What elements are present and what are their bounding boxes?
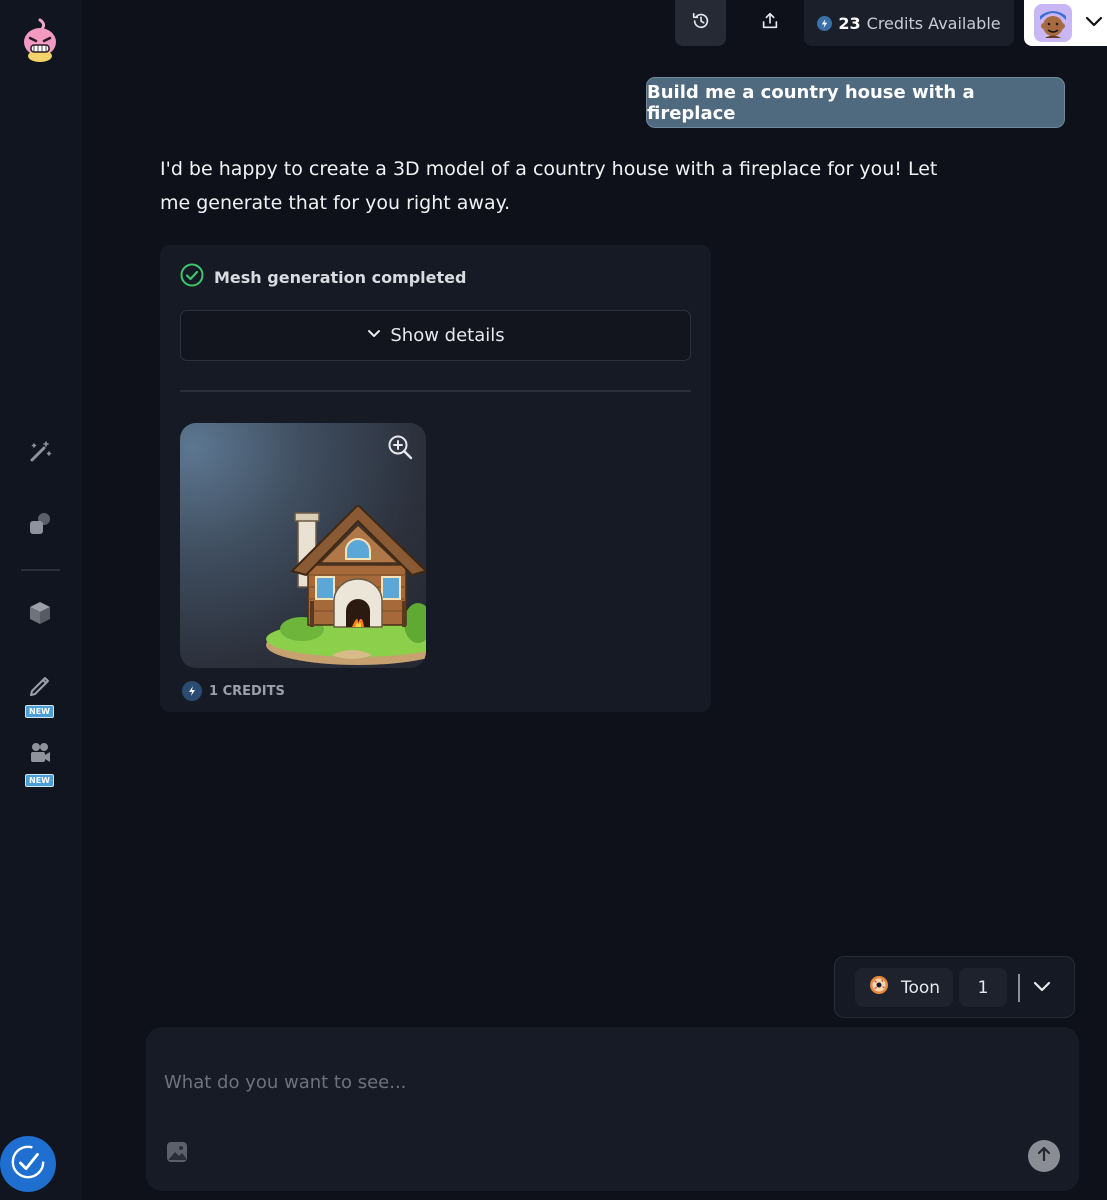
app-root: NEW NEW 23 Credits Available Build me a … xyxy=(0,0,1107,1200)
generation-count[interactable]: 1 xyxy=(959,968,1007,1007)
new-badge: NEW xyxy=(25,774,54,787)
model-preview[interactable] xyxy=(180,423,426,668)
sidebar-item-models[interactable] xyxy=(20,595,60,635)
shapes-icon xyxy=(27,510,53,540)
chevron-down-icon xyxy=(1084,11,1104,35)
pencil-icon xyxy=(27,671,53,701)
user-menu-button[interactable] xyxy=(1024,0,1107,46)
share-icon xyxy=(760,11,780,35)
generation-card: Mesh generation completed Show details 1… xyxy=(160,245,711,712)
card-divider xyxy=(180,390,691,392)
video-camera-icon xyxy=(27,740,53,770)
share-button[interactable] xyxy=(745,0,795,46)
sidebar: NEW NEW xyxy=(0,0,82,1200)
show-details-button[interactable]: Show details xyxy=(180,310,691,361)
credits-count: 23 xyxy=(838,13,861,33)
image-upload-icon[interactable] xyxy=(166,1141,188,1163)
style-dropdown[interactable]: Toon xyxy=(855,968,953,1007)
logo[interactable] xyxy=(18,18,62,66)
history-icon xyxy=(691,11,711,35)
style-label: Toon xyxy=(901,977,941,998)
generation-status: Mesh generation completed xyxy=(180,263,467,291)
sidebar-item-shapes[interactable] xyxy=(20,505,60,545)
new-badge: NEW xyxy=(25,705,54,718)
credits-label: Credits Available xyxy=(866,13,1001,33)
style-separator xyxy=(1018,974,1020,1002)
house-model-image xyxy=(266,505,426,665)
prompt-input[interactable] xyxy=(164,1065,1044,1099)
avatar xyxy=(1034,4,1072,42)
user-message: Build me a country house with a fireplac… xyxy=(646,77,1065,128)
style-selector: Toon 1 xyxy=(834,956,1075,1018)
style-options-toggle[interactable] xyxy=(1027,973,1057,1003)
generation-cost: 1 CREDITS xyxy=(182,681,285,701)
sidebar-divider xyxy=(21,569,60,571)
sidebar-item-sketch[interactable]: NEW xyxy=(20,666,60,718)
accessibility-icon xyxy=(9,1143,47,1185)
credits-button[interactable]: 23 Credits Available xyxy=(804,0,1014,46)
generation-cost-label: 1 CREDITS xyxy=(209,683,285,699)
show-details-label: Show details xyxy=(390,325,505,346)
accessibility-button[interactable] xyxy=(0,1136,56,1192)
magic-wand-icon xyxy=(27,439,53,469)
bolt-icon xyxy=(182,681,202,701)
cube-icon xyxy=(27,600,53,630)
arrow-up-icon xyxy=(1034,1144,1054,1168)
assistant-message: I'd be happy to create a 3D model of a c… xyxy=(160,158,938,214)
chevron-down-icon xyxy=(366,325,382,346)
zoom-in-icon[interactable] xyxy=(386,433,414,461)
sidebar-item-video[interactable]: NEW xyxy=(20,735,60,787)
send-button[interactable] xyxy=(1028,1140,1060,1172)
chevron-down-icon xyxy=(1032,976,1052,1000)
bolt-icon xyxy=(817,15,833,31)
sidebar-item-magic[interactable] xyxy=(20,434,60,474)
check-circle-icon xyxy=(180,263,204,291)
prompt-box xyxy=(146,1027,1079,1191)
generation-status-text: Mesh generation completed xyxy=(214,267,467,287)
donut-icon xyxy=(869,975,889,1000)
history-button[interactable] xyxy=(675,0,726,46)
